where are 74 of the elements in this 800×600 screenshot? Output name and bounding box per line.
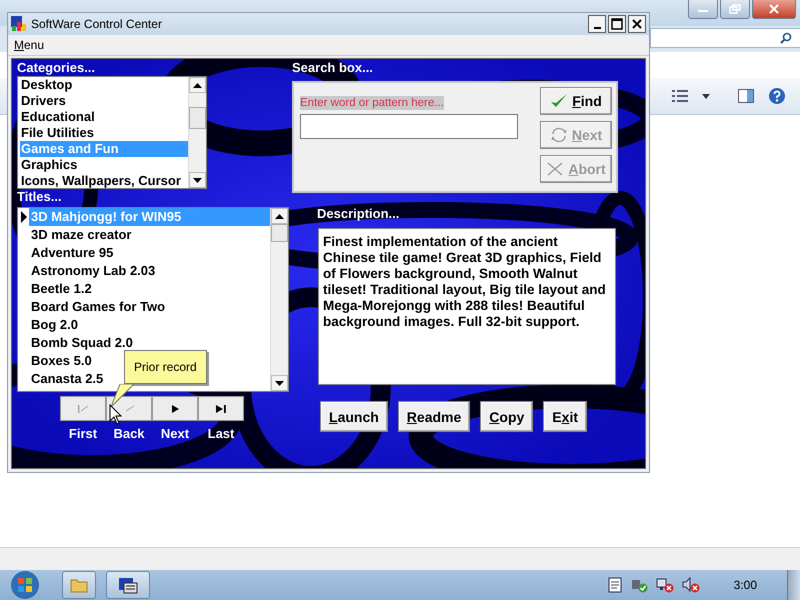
title-item[interactable]: 3D maze creator: [29, 226, 134, 244]
network-error-icon[interactable]: [656, 577, 674, 593]
cross-icon: [546, 161, 564, 177]
scroll-down-icon[interactable]: [193, 178, 202, 182]
maximize-icon: [611, 18, 623, 30]
start-button[interactable]: [8, 570, 42, 600]
search-prompt: Enter word or pattern here...: [300, 96, 444, 110]
scroll-thumb[interactable]: [189, 107, 206, 129]
scroll-up-icon[interactable]: [193, 82, 202, 88]
title-item[interactable]: Astronomy Lab 2.03: [29, 262, 158, 280]
action-button[interactable]: Launch: [320, 401, 388, 432]
search-icon[interactable]: [780, 32, 792, 44]
scroll-down-icon[interactable]: [275, 380, 284, 386]
help-icon[interactable]: [768, 87, 786, 105]
title-item[interactable]: Canasta 2.5: [29, 370, 106, 388]
preview-pane-icon[interactable]: [738, 89, 754, 103]
description-text: Finest implementation of the ancient Chinese tile game! Great 3D graphics, Field of Flowers background, Smooth Walnut tileset! Traditional layout, Big tile layout and Mega-Morejongg with 288 tiles! Beautiful background images. Full 32-bit support.: [318, 228, 616, 385]
category-item[interactable]: Desktop: [20, 77, 188, 93]
search-input[interactable]: [300, 114, 518, 139]
last-record-icon: [214, 404, 228, 414]
show-desktop-button[interactable]: [787, 570, 800, 600]
title-item[interactable]: Adventure 95: [29, 244, 116, 262]
action-button[interactable]: Exit: [543, 401, 587, 432]
close-icon: [768, 4, 780, 14]
power-check-icon[interactable]: [630, 577, 648, 593]
title-item[interactable]: Boxes 5.0: [29, 352, 95, 370]
document-icon[interactable]: [608, 577, 622, 593]
restore-button[interactable]: [720, 0, 750, 19]
restore-icon: [729, 4, 741, 14]
navigation-label: Next: [160, 426, 190, 441]
category-item[interactable]: Drivers: [20, 93, 188, 109]
first-record-icon: [76, 404, 90, 414]
scroll-up-icon[interactable]: [275, 214, 284, 218]
scroll-thumb[interactable]: [271, 224, 288, 242]
window-title: SoftWare Control Center: [31, 17, 162, 31]
category-item[interactable]: Graphics: [20, 157, 188, 173]
scrollbar[interactable]: [270, 208, 288, 391]
tooltip: Prior record: [124, 350, 207, 384]
navigation-label: Last: [208, 426, 234, 441]
title-item[interactable]: Beetle 1.2: [29, 280, 95, 298]
title-item[interactable]: Bog 2.0: [29, 316, 81, 334]
close-button[interactable]: [628, 15, 646, 33]
search-button[interactable]: Find: [540, 87, 612, 115]
navigation-button[interactable]: [198, 396, 244, 421]
description-label: Description...: [317, 206, 400, 222]
close-icon: [631, 18, 643, 30]
app-taskbar-icon[interactable]: [106, 571, 150, 599]
category-item[interactable]: File Utilities: [20, 125, 188, 141]
app-icon: [11, 16, 27, 32]
folder-taskbar-icon[interactable]: [62, 571, 96, 599]
caret-icon[interactable]: [702, 94, 710, 98]
categories-label: Categories...: [17, 60, 96, 76]
current-record-icon: [21, 211, 27, 223]
minimize-button[interactable]: [588, 15, 606, 33]
view-list-icon[interactable]: [672, 89, 688, 103]
action-button[interactable]: Readme: [398, 401, 470, 432]
action-button[interactable]: Copy: [480, 401, 534, 432]
navigation-label: Back: [113, 426, 145, 441]
refresh-icon: [550, 127, 568, 143]
maximize-button[interactable]: [608, 15, 626, 33]
checkmark-icon: [550, 93, 568, 109]
minimize-icon: [594, 27, 600, 29]
title-item[interactable]: Board Games for Two: [29, 298, 168, 316]
speaker-muted-icon[interactable]: [682, 577, 700, 593]
search-field[interactable]: [650, 28, 800, 48]
clock[interactable]: 3:00: [734, 578, 757, 592]
title-item[interactable]: Bomb Squad 2.0: [29, 334, 136, 352]
scrollbar[interactable]: [188, 77, 206, 188]
category-item[interactable]: Icons, Wallpapers, Cursor: [20, 173, 188, 188]
category-item[interactable]: Educational: [20, 109, 188, 125]
mouse-cursor-icon: [109, 404, 123, 426]
menu-item[interactable]: Menu: [14, 38, 44, 52]
navigation-button[interactable]: [152, 396, 198, 421]
navigation-label: First: [68, 426, 98, 441]
